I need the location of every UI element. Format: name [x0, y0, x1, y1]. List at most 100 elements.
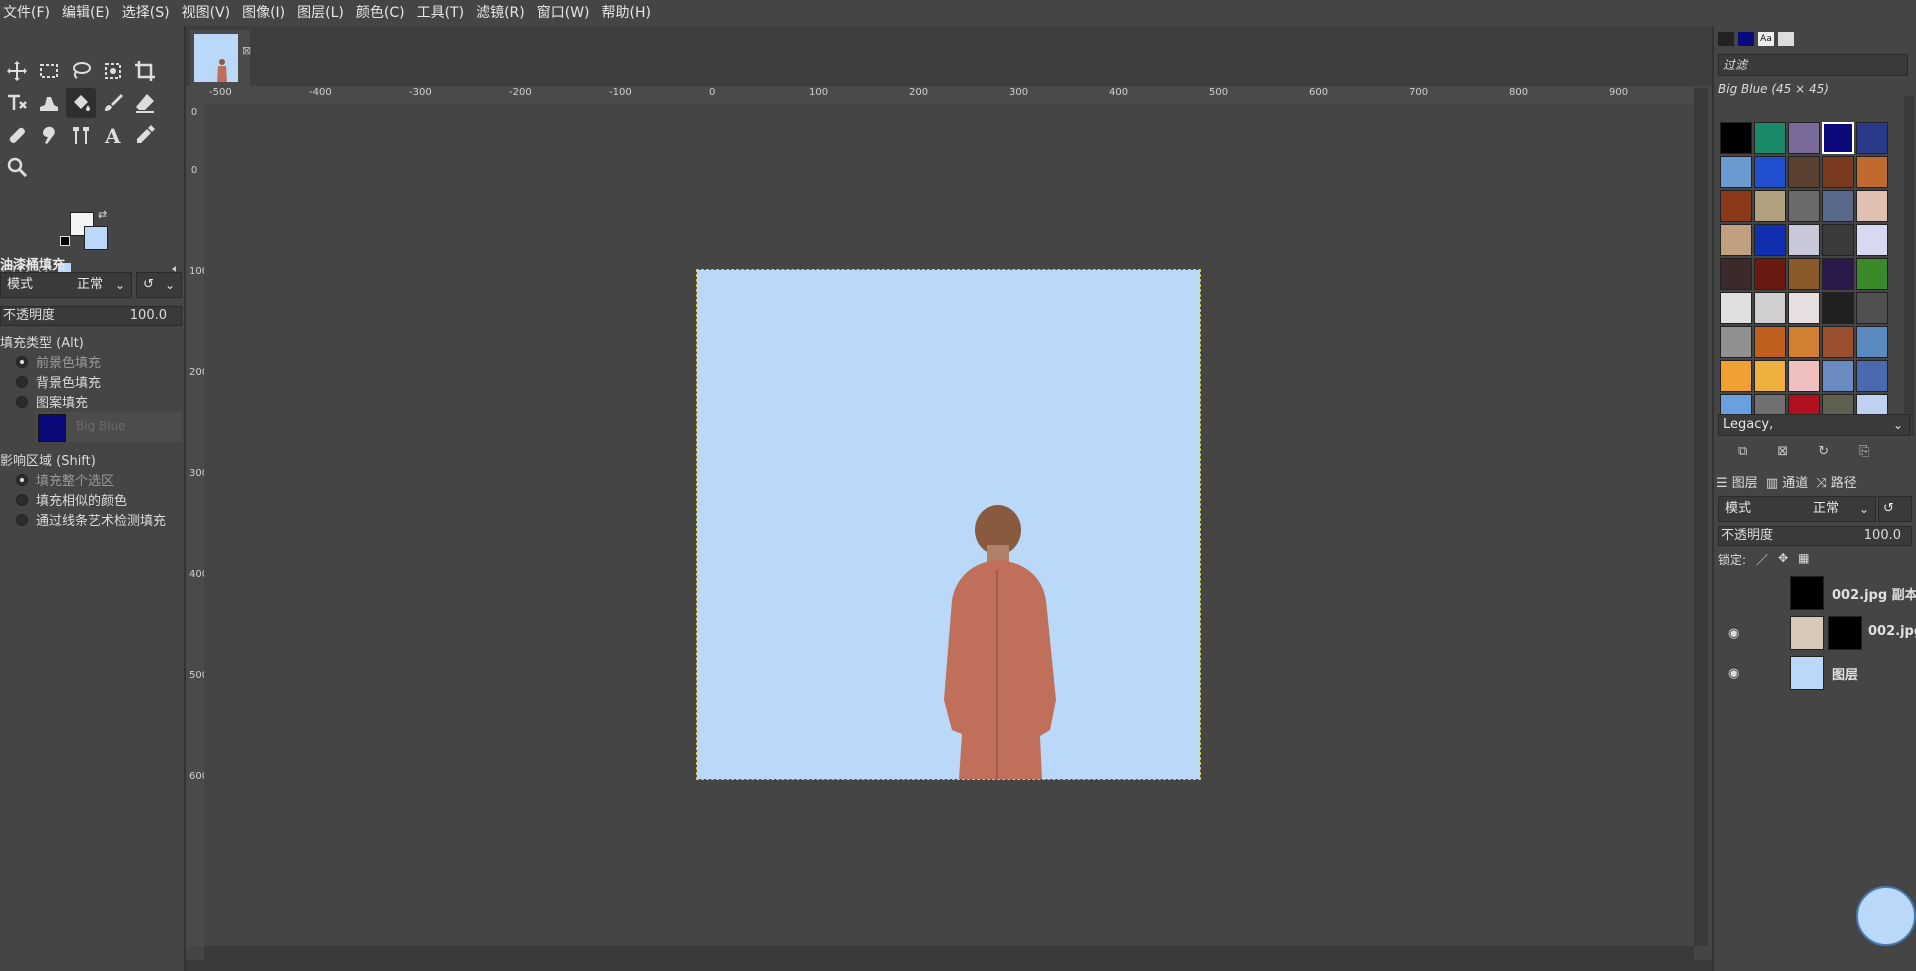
fonts-tab-icon[interactable]: Aa	[1758, 32, 1774, 46]
fill-type-pattern[interactable]: 图案填充	[16, 392, 88, 411]
text-icon[interactable]: A	[98, 120, 128, 150]
mode-combo[interactable]: 模式 正常 ⌄	[0, 272, 132, 298]
menu-help[interactable]: 帮助(H)	[596, 0, 657, 26]
pattern-item[interactable]	[1822, 224, 1854, 256]
fuzzy-select-icon[interactable]	[98, 56, 128, 86]
menu-layer[interactable]: 图层(L)	[291, 0, 350, 26]
pattern-item[interactable]	[1720, 292, 1752, 324]
ruler-corner[interactable]	[186, 86, 204, 104]
pattern-item[interactable]	[1754, 258, 1786, 290]
menu-file[interactable]: 文件(F)	[0, 0, 56, 26]
pattern-item[interactable]	[1822, 326, 1854, 358]
pattern-item[interactable]	[1822, 190, 1854, 222]
floating-avatar[interactable]	[1856, 886, 1916, 946]
zoom-icon[interactable]	[2, 152, 32, 182]
lasso-icon[interactable]	[66, 56, 96, 86]
pattern-item[interactable]	[1856, 224, 1888, 256]
menu-image[interactable]: 图像(I)	[236, 0, 291, 26]
refresh-patterns-icon[interactable]: ↻	[1818, 444, 1829, 459]
crop-icon[interactable]	[130, 56, 160, 86]
tag-combo[interactable]: Legacy, ⌄	[1718, 414, 1910, 436]
duplicate-pattern-icon[interactable]: ⧉	[1738, 444, 1747, 459]
close-tab-icon[interactable]: ⊠	[242, 44, 251, 57]
open-pattern-icon[interactable]: ⎘	[1859, 444, 1869, 459]
pattern-item[interactable]	[1788, 360, 1820, 392]
pattern-item[interactable]	[1822, 156, 1854, 188]
pattern-item[interactable]	[1754, 292, 1786, 324]
gradients-tab-icon[interactable]	[1778, 32, 1794, 46]
brushes-tab-icon[interactable]	[1718, 32, 1734, 46]
pattern-item[interactable]	[1720, 360, 1752, 392]
pattern-item[interactable]	[1856, 360, 1888, 392]
vertical-scrollbar[interactable]	[1694, 88, 1708, 946]
eye-icon[interactable]: ◉	[1728, 626, 1739, 641]
pattern-item[interactable]	[1754, 224, 1786, 256]
eraser-icon[interactable]	[130, 88, 160, 118]
pattern-item[interactable]	[1754, 122, 1786, 154]
mode-reset-combo[interactable]: ↺ ⌄	[136, 272, 182, 298]
pattern-item[interactable]	[1754, 190, 1786, 222]
pattern-item[interactable]	[1788, 122, 1820, 154]
menu-filters[interactable]: 滤镜(R)	[470, 0, 531, 26]
menu-view[interactable]: 视图(V)	[176, 0, 237, 26]
pattern-item[interactable]	[1788, 292, 1820, 324]
pattern-item[interactable]	[1754, 156, 1786, 188]
menu-edit[interactable]: 编辑(E)	[56, 0, 116, 26]
pattern-item[interactable]	[1720, 156, 1752, 188]
pattern-item[interactable]	[1720, 326, 1752, 358]
swap-colors-icon[interactable]: ⇄	[98, 208, 107, 221]
pattern-item[interactable]	[1856, 326, 1888, 358]
pattern-item[interactable]	[1720, 190, 1752, 222]
fill-type-fg[interactable]: 前景色填充	[16, 352, 101, 371]
pattern-selector[interactable]: Big Blue	[36, 412, 182, 442]
menu-colors[interactable]: 颜色(C)	[350, 0, 411, 26]
delete-pattern-icon[interactable]: ⊠	[1777, 444, 1788, 459]
default-colors-icon[interactable]	[60, 236, 70, 246]
vertical-ruler[interactable]: 0 0 100 200 300 400 500 600	[186, 104, 205, 946]
tab-layers[interactable]: ☰ 图层	[1716, 472, 1758, 492]
pattern-item[interactable]	[1754, 326, 1786, 358]
tab-paths[interactable]: ⤨ 路径	[1816, 472, 1857, 492]
image-canvas[interactable]	[696, 269, 1201, 780]
affected-whole-selection[interactable]: 填充整个选区	[16, 470, 114, 489]
pattern-item[interactable]	[1822, 258, 1854, 290]
lock-position-icon[interactable]: ✥	[1778, 551, 1788, 568]
tab-channels[interactable]: ▥ 通道	[1766, 472, 1808, 492]
lock-alpha-icon[interactable]: ▦	[1798, 551, 1809, 568]
pattern-item[interactable]	[1788, 326, 1820, 358]
layer-mode-reset[interactable]: ↺	[1878, 496, 1912, 522]
patterns-scrollbar[interactable]	[1904, 96, 1914, 436]
bucket-fill-icon[interactable]	[66, 88, 96, 118]
layer-row[interactable]: ◉ 图层	[1718, 652, 1914, 690]
horizontal-scrollbar[interactable]	[204, 946, 1694, 960]
paintbrush-icon[interactable]	[98, 88, 128, 118]
pattern-item[interactable]	[1720, 224, 1752, 256]
background-color-swatch[interactable]	[84, 226, 108, 250]
menu-tools[interactable]: 工具(T)	[411, 0, 470, 26]
pattern-item[interactable]	[1788, 190, 1820, 222]
layer-row[interactable]: 002.jpg 副本	[1718, 572, 1916, 610]
clone-icon[interactable]	[66, 120, 96, 150]
patterns-tab-icon[interactable]	[1738, 32, 1754, 46]
heal-icon[interactable]	[2, 120, 32, 150]
fill-type-bg[interactable]: 背景色填充	[16, 372, 101, 391]
eye-icon[interactable]: ◉	[1728, 666, 1739, 681]
pattern-item[interactable]	[1720, 122, 1752, 154]
menu-select[interactable]: 选择(S)	[116, 0, 176, 26]
horizontal-ruler[interactable]: -500 -400 -300 -200 -100 0 100 200 300 400 500 600 7…	[204, 86, 1694, 105]
pattern-item[interactable]	[1856, 156, 1888, 188]
layer-mode-combo[interactable]: 模式 正常 ⌄	[1718, 496, 1876, 522]
opacity-slider[interactable]: 不透明度 100.0	[0, 306, 182, 326]
smudge-icon[interactable]	[34, 120, 64, 150]
color-picker-icon[interactable]	[130, 120, 160, 150]
pattern-item[interactable]	[1856, 122, 1888, 154]
lock-pixels-icon[interactable]: ／	[1756, 551, 1768, 568]
pattern-item[interactable]	[1822, 360, 1854, 392]
filter-input[interactable]: 过滤	[1718, 54, 1908, 76]
pattern-item[interactable]	[1788, 258, 1820, 290]
rect-select-icon[interactable]	[34, 56, 64, 86]
affected-similar-colors[interactable]: 填充相似的颜色	[16, 490, 127, 509]
move-tool-icon[interactable]	[2, 56, 32, 86]
pattern-item[interactable]	[1788, 224, 1820, 256]
menu-windows[interactable]: 窗口(W)	[531, 0, 596, 26]
